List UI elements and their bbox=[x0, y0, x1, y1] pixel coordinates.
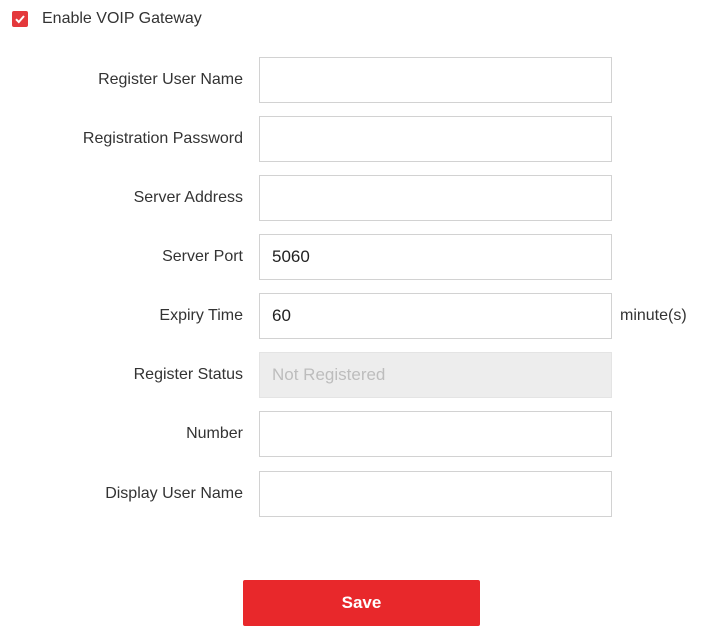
server-port-input[interactable] bbox=[259, 234, 612, 280]
enable-voip-gateway-toggle[interactable]: Enable VOIP Gateway bbox=[12, 8, 202, 30]
expiry-time-label: Expiry Time bbox=[159, 307, 243, 324]
register-status-row: Register Status bbox=[0, 352, 701, 398]
display-user-name-row: Display User Name bbox=[0, 471, 701, 517]
checkmark-icon bbox=[15, 15, 25, 24]
enable-voip-gateway-checkbox[interactable] bbox=[12, 11, 28, 27]
enable-voip-gateway-label: Enable VOIP Gateway bbox=[42, 10, 202, 27]
registration-password-row: Registration Password bbox=[0, 116, 701, 162]
server-address-row: Server Address bbox=[0, 175, 701, 221]
register-status-field bbox=[259, 352, 612, 398]
register-user-name-row: Register User Name bbox=[0, 57, 701, 103]
server-port-row: Server Port bbox=[0, 234, 701, 280]
save-button[interactable]: Save bbox=[243, 580, 480, 626]
registration-password-input[interactable] bbox=[259, 116, 612, 162]
voip-gateway-settings: Enable VOIP Gateway Register User Name R… bbox=[0, 0, 701, 628]
registration-password-label: Registration Password bbox=[82, 130, 243, 147]
number-label: Number bbox=[186, 425, 243, 442]
number-input[interactable] bbox=[259, 411, 612, 457]
register-user-name-label: Register User Name bbox=[98, 71, 243, 88]
server-port-label: Server Port bbox=[162, 248, 243, 265]
number-row: Number bbox=[0, 411, 701, 457]
expiry-time-row: Expiry Time minute(s) bbox=[0, 293, 701, 339]
display-user-name-label: Display User Name bbox=[105, 485, 243, 502]
expiry-time-input[interactable] bbox=[259, 293, 612, 339]
server-address-input[interactable] bbox=[259, 175, 612, 221]
server-address-label: Server Address bbox=[133, 189, 243, 206]
register-status-label: Register Status bbox=[133, 366, 243, 383]
expiry-time-unit: minute(s) bbox=[620, 307, 687, 324]
display-user-name-input[interactable] bbox=[259, 471, 612, 517]
register-user-name-input[interactable] bbox=[259, 57, 612, 103]
